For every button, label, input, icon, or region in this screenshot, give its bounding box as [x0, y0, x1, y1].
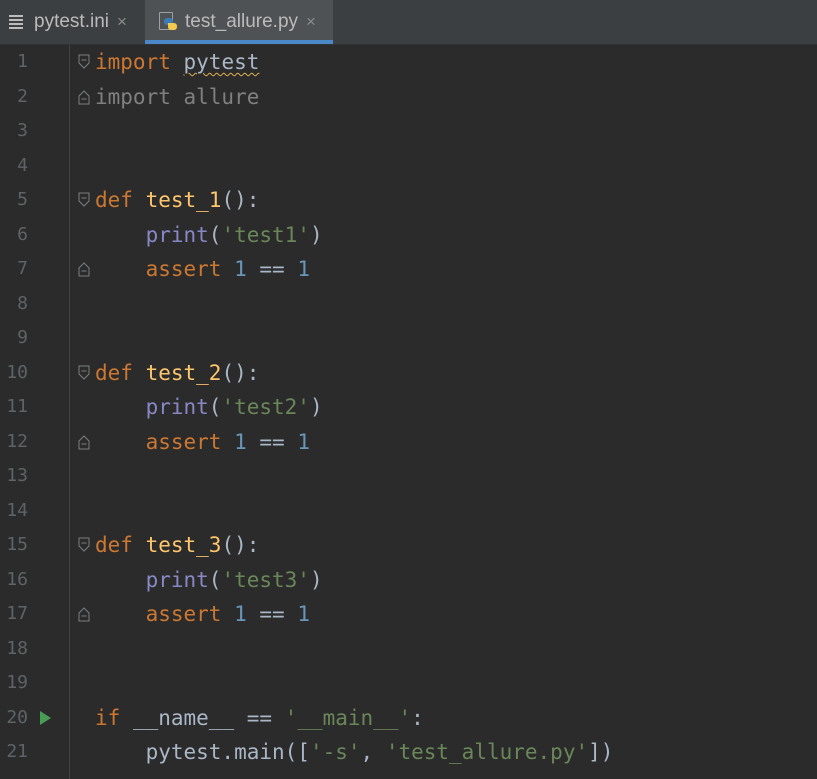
line-number: 2: [17, 85, 28, 107]
code-text: assert 1 == 1: [145, 429, 310, 454]
line-number: 11: [6, 396, 28, 417]
line-number: 3: [17, 120, 28, 141]
code-line: 2 import allure: [0, 80, 817, 115]
line-number: 21: [6, 741, 28, 762]
line-number: 8: [17, 292, 28, 314]
close-icon[interactable]: ×: [306, 12, 316, 32]
line-number: 1: [17, 51, 28, 72]
line-number: 13: [6, 465, 28, 486]
line-number: 9: [17, 327, 28, 348]
close-icon[interactable]: ×: [117, 12, 127, 32]
code-line: 16 print('test3'): [0, 563, 817, 598]
code-text: if __name__ == '__main__':: [95, 705, 424, 730]
code-text: def test_2():: [95, 360, 260, 385]
tab-pytest-ini[interactable]: pytest.ini ×: [0, 0, 144, 44]
editor-tab-bar: pytest.ini × test_allure.py ×: [0, 0, 817, 45]
line-number: 6: [17, 223, 28, 245]
code-text: def test_1():: [95, 188, 260, 212]
fold-open-icon[interactable]: [77, 54, 91, 70]
code-editor[interactable]: 1 import pytest 2 import allure 3 4 5 de…: [0, 45, 817, 779]
code-text: print('test3'): [145, 567, 323, 592]
code-line: 15 def test_3():: [0, 528, 817, 563]
fold-close-icon[interactable]: [77, 89, 91, 105]
line-number: 17: [6, 603, 28, 624]
fold-open-icon[interactable]: [77, 537, 91, 553]
line-number: 12: [6, 430, 28, 452]
code-line: 7 assert 1 == 1: [0, 252, 817, 287]
line-number: 16: [6, 568, 28, 590]
fold-close-icon[interactable]: [77, 434, 91, 450]
code-line: 12 assert 1 == 1: [0, 425, 817, 460]
code-line: 9: [0, 321, 817, 356]
tab-label: test_allure.py: [185, 11, 299, 32]
line-number: 5: [17, 189, 28, 210]
line-number: 4: [17, 154, 28, 176]
fold-close-icon[interactable]: [77, 606, 91, 622]
line-number: 14: [6, 499, 28, 521]
code-text: print('test2'): [145, 395, 323, 419]
line-number: 18: [6, 637, 28, 659]
python-file-icon: [159, 12, 177, 32]
tab-test-allure-py[interactable]: test_allure.py ×: [145, 0, 333, 44]
code-line: 18: [0, 632, 817, 667]
line-number: 19: [6, 672, 28, 693]
code-line: 13: [0, 459, 817, 494]
code-text: print('test1'): [145, 222, 323, 247]
code-text: import allure: [95, 84, 260, 109]
code-line: 21 pytest.main(['-s', 'test_allure.py']): [0, 735, 817, 770]
line-number: 15: [6, 534, 28, 555]
fold-open-icon[interactable]: [77, 365, 91, 381]
fold-close-icon[interactable]: [77, 261, 91, 277]
fold-open-icon[interactable]: [77, 192, 91, 208]
code-line: 14: [0, 494, 817, 529]
code-line: 17 assert 1 == 1: [0, 597, 817, 632]
code-text: pytest.main(['-s', 'test_allure.py']): [95, 740, 614, 764]
ini-file-icon: [8, 14, 24, 30]
code-line: 1 import pytest: [0, 45, 817, 80]
tab-label: pytest.ini: [34, 11, 109, 32]
line-number: 7: [17, 258, 28, 279]
code-line: 6 print('test1'): [0, 218, 817, 253]
code-line: 10 def test_2():: [0, 356, 817, 391]
code-line: 3: [0, 114, 817, 149]
code-line: 8: [0, 287, 817, 322]
run-icon[interactable]: [40, 710, 51, 725]
code-line: 20 if __name__ == '__main__':: [0, 701, 817, 736]
line-number: 10: [6, 361, 28, 383]
code-line: 11 print('test2'): [0, 390, 817, 425]
code-line: 4: [0, 149, 817, 184]
code-line: 19: [0, 666, 817, 701]
code-line: 5 def test_1():: [0, 183, 817, 218]
code-text: assert 1 == 1: [145, 602, 310, 626]
code-text: import pytest: [95, 50, 260, 74]
code-text: assert 1 == 1: [145, 257, 310, 281]
line-number: 20: [6, 706, 28, 728]
code-text: def test_3():: [95, 533, 260, 557]
